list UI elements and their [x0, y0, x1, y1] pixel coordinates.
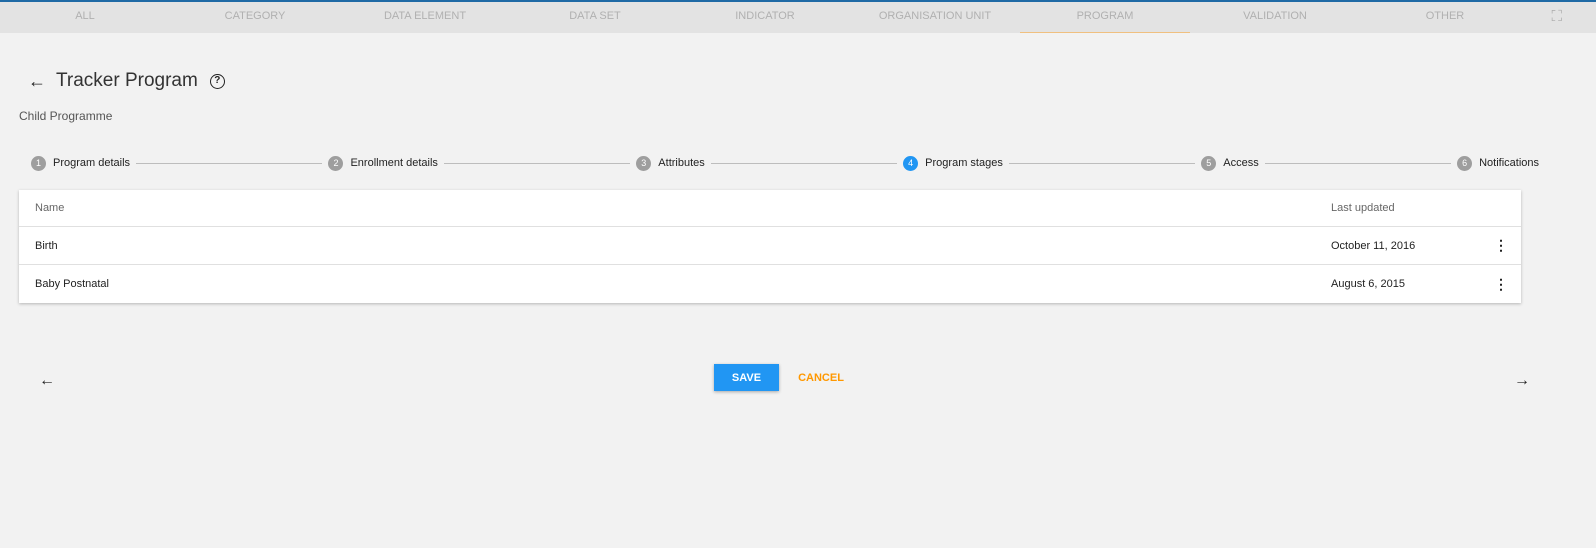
last-updated: August 6, 2015: [1331, 278, 1406, 290]
stage-name: Baby Postnatal: [35, 278, 109, 290]
table-row[interactable]: Birth October 11, 2016 ⋮: [19, 227, 1521, 265]
section-tabs: ALL CATEGORY DATA ELEMENT DATA SET INDIC…: [0, 0, 1596, 33]
table-header: Name Last updated: [19, 190, 1521, 227]
step-program-stages[interactable]: 4 Program stages: [903, 155, 1003, 171]
step-connector: [443, 162, 631, 164]
back-arrow-icon[interactable]: ←: [28, 71, 46, 92]
tab-validation[interactable]: VALIDATION: [1190, 2, 1360, 33]
step-number: 5: [1201, 155, 1217, 171]
previous-step-arrow-icon[interactable]: ←: [39, 372, 55, 390]
step-label: Access: [1223, 157, 1259, 169]
program-name: Child Programme: [19, 109, 113, 123]
step-access[interactable]: 5 Access: [1201, 155, 1259, 171]
tab-all[interactable]: ALL: [0, 2, 170, 33]
step-label: Enrollment details: [350, 157, 438, 169]
step-label: Notifications: [1479, 157, 1540, 169]
step-label: Program details: [53, 157, 131, 169]
page-header: ← Tracker Program ?: [28, 70, 225, 92]
program-stages-table: Name Last updated Birth October 11, 2016…: [19, 190, 1521, 303]
next-step-arrow-icon[interactable]: →: [1514, 372, 1530, 390]
tab-data-set[interactable]: DATA SET: [510, 2, 680, 33]
step-number: 2: [328, 155, 344, 171]
tab-organisation-unit[interactable]: ORGANISATION UNIT: [850, 2, 1020, 33]
step-label: Program stages: [925, 157, 1003, 169]
column-last-updated[interactable]: Last updated: [1331, 202, 1491, 214]
step-connector: [1008, 162, 1196, 164]
step-attributes[interactable]: 3 Attributes: [636, 155, 705, 171]
more-vert-icon[interactable]: ⋮: [1491, 237, 1511, 254]
step-connector: [1264, 162, 1452, 164]
more-vert-icon[interactable]: ⋮: [1491, 276, 1511, 293]
step-number: 6: [1457, 155, 1473, 171]
cancel-button[interactable]: CANCEL: [792, 364, 850, 391]
stepper: 1 Program details 2 Enrollment details 3 At…: [31, 155, 1539, 171]
step-number: 4: [903, 155, 919, 171]
step-number: 3: [636, 155, 652, 171]
tab-indicator[interactable]: INDICATOR: [680, 2, 850, 33]
tab-other[interactable]: OTHER: [1360, 2, 1530, 33]
page-title: Tracker Program: [56, 70, 198, 91]
crop-icon[interactable]: ⛶: [1551, 8, 1562, 25]
tab-category[interactable]: CATEGORY: [170, 2, 340, 33]
stage-name: Birth: [35, 239, 58, 252]
help-icon[interactable]: ?: [209, 73, 225, 89]
step-program-details[interactable]: 1 Program details: [31, 155, 131, 171]
tab-data-element[interactable]: DATA ELEMENT: [340, 2, 510, 33]
tab-program[interactable]: PROGRAM: [1020, 2, 1190, 33]
last-updated: October 11, 2016: [1331, 239, 1416, 252]
step-notifications[interactable]: 6 Notifications: [1457, 155, 1540, 171]
step-label: Attributes: [658, 157, 705, 169]
table-row[interactable]: Baby Postnatal August 6, 2015 ⋮: [19, 265, 1521, 303]
step-connector: [136, 162, 323, 164]
step-enrollment-details[interactable]: 2 Enrollment details: [328, 155, 438, 171]
column-name[interactable]: Name: [19, 202, 1331, 214]
step-number: 1: [31, 155, 46, 171]
save-button[interactable]: SAVE: [714, 364, 779, 391]
step-connector: [710, 162, 898, 164]
